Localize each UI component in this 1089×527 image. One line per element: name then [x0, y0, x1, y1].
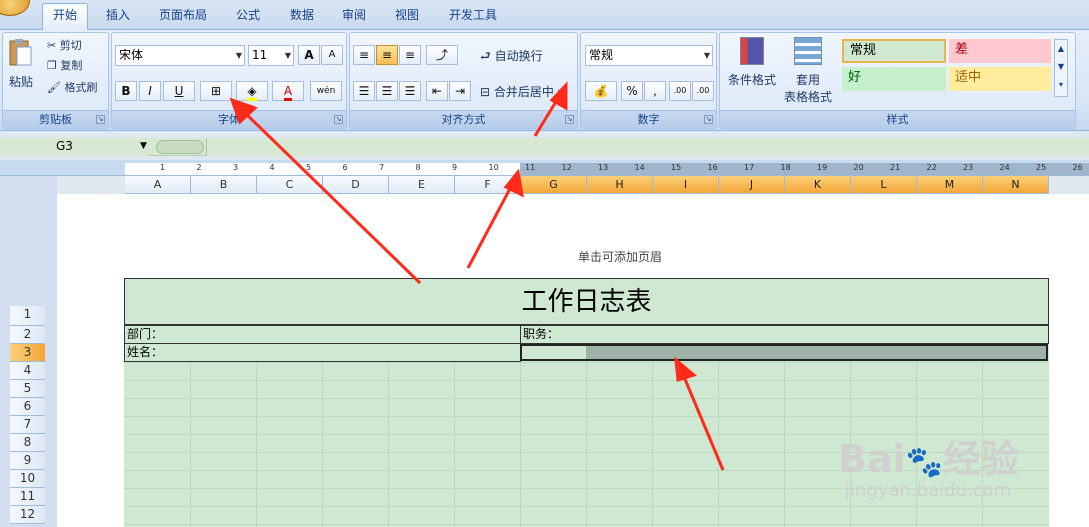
watermark-logo: Bai🐾经验: [838, 428, 1019, 483]
paw-icon: 🐾: [905, 445, 943, 480]
watermark-brand2: 经验: [943, 437, 1020, 481]
arrow-to-selection-head: [674, 356, 698, 382]
arrow-to-selection-line: [680, 371, 725, 471]
watermark-brand: Bai: [838, 437, 906, 481]
arrow-to-column-g-line: [466, 182, 515, 269]
watermark-url: jingyan.baidu.com: [845, 480, 1012, 501]
arrow-to-borders-line: [240, 108, 422, 285]
